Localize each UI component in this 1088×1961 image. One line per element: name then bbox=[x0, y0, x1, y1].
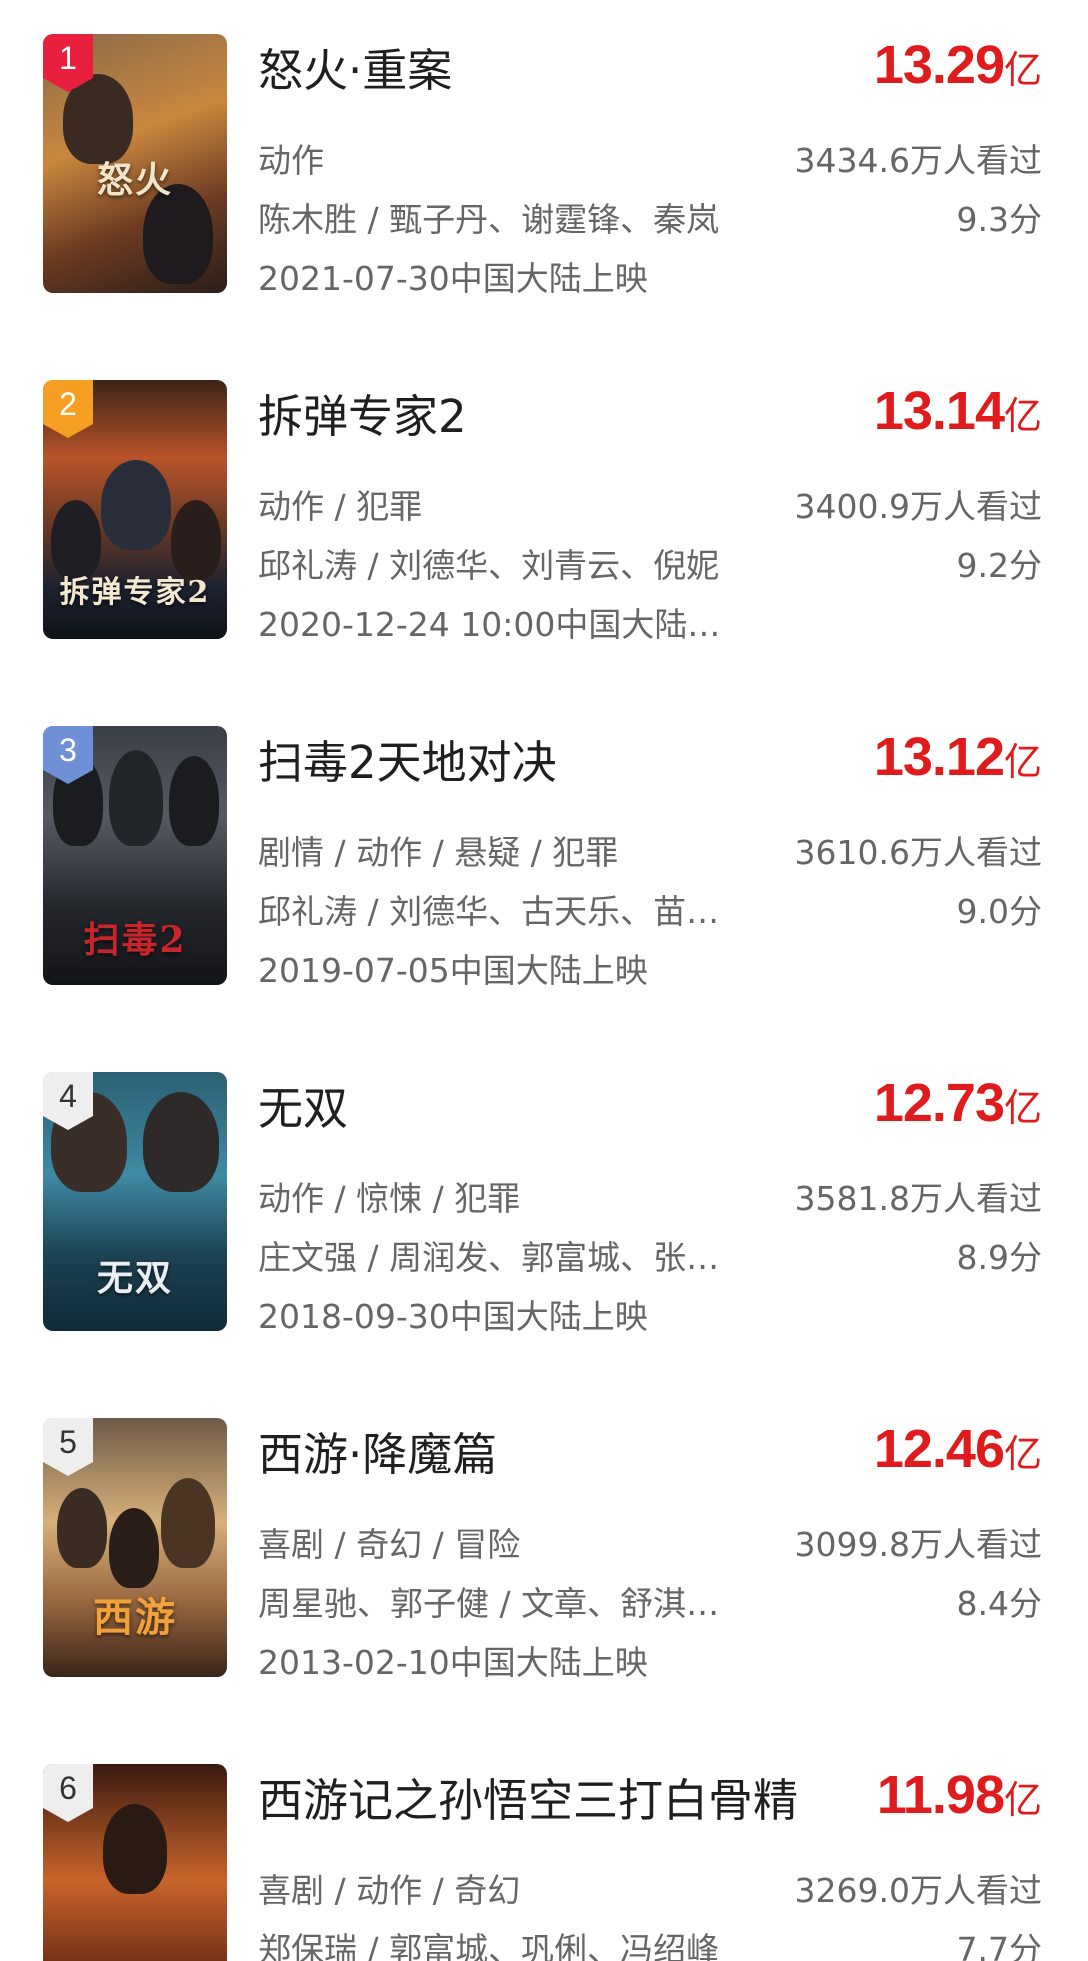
director-cast: 郑保瑞 / 郭富城、巩俐、冯绍峰 bbox=[258, 1930, 720, 1961]
release-info: 2013-02-10中国大陆上映 bbox=[258, 1643, 648, 1682]
movie-row-2[interactable]: 拆弹专家2 2 拆弹专家2 13.14亿 动作 / 犯罪 3400.9万人看过 … bbox=[0, 380, 1088, 644]
movie-title[interactable]: 扫毒2天地对决 bbox=[258, 726, 557, 791]
view-count: 3099.8万人看过 bbox=[794, 1525, 1042, 1564]
director-cast: 邱礼涛 / 刘德华、古天乐、苗… bbox=[258, 892, 720, 931]
movie-row-5[interactable]: 西游 5 西游·降魔篇 12.46亿 喜剧 / 奇幻 / 冒险 3099.8万人… bbox=[0, 1418, 1088, 1682]
rank-badge: 4 bbox=[43, 1072, 93, 1130]
rank-number: 2 bbox=[59, 386, 77, 422]
poster-figure bbox=[103, 1804, 167, 1894]
movie-title[interactable]: 西游记之孙悟空三打白骨精 bbox=[258, 1764, 798, 1829]
movie-poster[interactable]: 拆弹专家2 2 bbox=[43, 380, 227, 639]
rank-badge: 5 bbox=[43, 1418, 93, 1476]
poster-figure bbox=[109, 750, 163, 846]
movie-row-1[interactable]: 怒火 1 怒火·重案 13.29亿 动作 3434.6万人看过 陈木胜 / 甄子… bbox=[0, 34, 1088, 298]
box-office-value: 12.46 bbox=[873, 1419, 1005, 1479]
poster-title-art: 拆弹专家2 bbox=[59, 575, 211, 610]
box-office: 12.46亿 bbox=[874, 1418, 1042, 1480]
poster-title-art: 无双 bbox=[96, 1257, 173, 1299]
release-info: 2020-12-24 10:00中国大陆… bbox=[258, 605, 721, 644]
view-count: 3400.9万人看过 bbox=[794, 487, 1042, 526]
box-office-unit: 亿 bbox=[1003, 740, 1042, 784]
movie-genre: 剧情 / 动作 / 悬疑 / 犯罪 bbox=[258, 833, 619, 872]
movie-title[interactable]: 西游·降魔篇 bbox=[258, 1418, 497, 1483]
poster-figure bbox=[161, 1478, 215, 1568]
movie-row-3[interactable]: 扫毒2 3 扫毒2天地对决 13.12亿 剧情 / 动作 / 悬疑 / 犯罪 3… bbox=[0, 726, 1088, 990]
box-office-unit: 亿 bbox=[1003, 48, 1042, 92]
movie-score: 7.7分 bbox=[956, 1930, 1042, 1961]
movie-genre: 动作 / 犯罪 bbox=[258, 487, 423, 526]
movie-title[interactable]: 拆弹专家2 bbox=[258, 380, 467, 445]
box-office: 13.12亿 bbox=[874, 726, 1042, 788]
box-office-value: 13.14 bbox=[873, 381, 1005, 441]
box-office: 13.14亿 bbox=[874, 380, 1042, 442]
view-count: 3610.6万人看过 bbox=[794, 833, 1042, 872]
movie-score: 9.3分 bbox=[956, 200, 1042, 239]
movie-score: 8.4分 bbox=[956, 1584, 1042, 1623]
box-office-unit: 亿 bbox=[1003, 394, 1042, 438]
box-office-ranking-list: 怒火 1 怒火·重案 13.29亿 动作 3434.6万人看过 陈木胜 / 甄子… bbox=[0, 0, 1088, 1961]
box-office-unit: 亿 bbox=[1003, 1086, 1042, 1130]
director-cast: 陈木胜 / 甄子丹、谢霆锋、秦岚 bbox=[258, 200, 720, 239]
view-count: 3581.8万人看过 bbox=[794, 1179, 1042, 1218]
movie-poster[interactable]: 6 bbox=[43, 1764, 227, 1961]
box-office-value: 13.29 bbox=[873, 35, 1005, 95]
rank-number: 6 bbox=[59, 1770, 77, 1806]
movie-row-6[interactable]: 6 西游记之孙悟空三打白骨精 11.98亿 喜剧 / 动作 / 奇幻 3269.… bbox=[0, 1764, 1088, 1961]
movie-genre: 动作 bbox=[258, 141, 324, 180]
box-office: 12.73亿 bbox=[874, 1072, 1042, 1134]
view-count: 3434.6万人看过 bbox=[794, 141, 1042, 180]
rank-badge: 2 bbox=[43, 380, 93, 438]
movie-title[interactable]: 无双 bbox=[258, 1072, 348, 1137]
movie-score: 8.9分 bbox=[956, 1238, 1042, 1277]
rank-badge: 3 bbox=[43, 726, 93, 784]
movie-row-4[interactable]: 无双 4 无双 12.73亿 动作 / 惊悚 / 犯罪 3581.8万人看过 庄… bbox=[0, 1072, 1088, 1336]
box-office-unit: 亿 bbox=[1003, 1778, 1042, 1822]
poster-title-art: 西游 bbox=[93, 1594, 177, 1641]
movie-poster[interactable]: 扫毒2 3 bbox=[43, 726, 227, 985]
movie-genre: 动作 / 惊悚 / 犯罪 bbox=[258, 1179, 521, 1218]
poster-figure bbox=[143, 1092, 219, 1192]
movie-score: 9.2分 bbox=[956, 546, 1042, 585]
box-office-value: 13.12 bbox=[873, 727, 1005, 787]
box-office: 11.98亿 bbox=[877, 1764, 1042, 1826]
rank-number: 1 bbox=[59, 40, 77, 76]
rank-number: 3 bbox=[59, 732, 77, 768]
movie-poster[interactable]: 西游 5 bbox=[43, 1418, 227, 1677]
release-info: 2021-07-30中国大陆上映 bbox=[258, 259, 648, 298]
poster-title-art: 扫毒2 bbox=[83, 919, 187, 961]
release-info: 2018-09-30中国大陆上映 bbox=[258, 1297, 648, 1336]
box-office-unit: 亿 bbox=[1003, 1432, 1042, 1476]
rank-badge: 6 bbox=[43, 1764, 93, 1822]
poster-figure bbox=[57, 1488, 107, 1568]
box-office-value: 12.73 bbox=[873, 1073, 1005, 1133]
movie-genre: 喜剧 / 动作 / 奇幻 bbox=[258, 1871, 521, 1910]
movie-poster[interactable]: 怒火 1 bbox=[43, 34, 227, 293]
poster-figure bbox=[101, 460, 171, 550]
rank-badge: 1 bbox=[43, 34, 93, 92]
release-info: 2019-07-05中国大陆上映 bbox=[258, 951, 648, 990]
movie-title[interactable]: 怒火·重案 bbox=[258, 34, 452, 99]
movie-genre: 喜剧 / 奇幻 / 冒险 bbox=[258, 1525, 521, 1564]
box-office-value: 11.98 bbox=[876, 1765, 1005, 1825]
rank-number: 4 bbox=[59, 1078, 77, 1114]
poster-title-art: 怒火 bbox=[96, 159, 173, 201]
box-office: 13.29亿 bbox=[874, 34, 1042, 96]
director-cast: 周星驰、郭子健 / 文章、舒淇… bbox=[258, 1584, 720, 1623]
poster-figure bbox=[109, 1508, 159, 1588]
director-cast: 庄文强 / 周润发、郭富城、张… bbox=[258, 1238, 720, 1277]
director-cast: 邱礼涛 / 刘德华、刘青云、倪妮 bbox=[258, 546, 720, 585]
movie-score: 9.0分 bbox=[956, 892, 1042, 931]
view-count: 3269.0万人看过 bbox=[794, 1871, 1042, 1910]
rank-number: 5 bbox=[59, 1424, 77, 1460]
movie-poster[interactable]: 无双 4 bbox=[43, 1072, 227, 1331]
poster-figure bbox=[169, 756, 219, 846]
